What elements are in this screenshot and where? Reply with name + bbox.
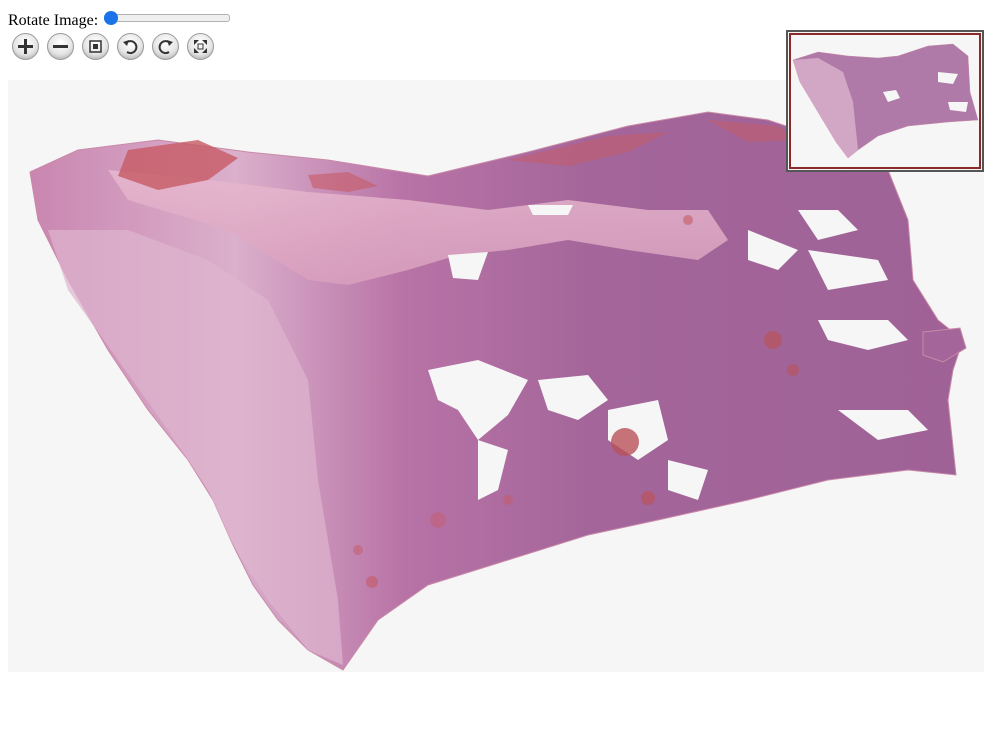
plus-icon xyxy=(12,33,39,60)
minus-icon xyxy=(47,33,74,60)
rotate-right-button[interactable] xyxy=(150,31,181,62)
zoom-out-button[interactable] xyxy=(45,31,76,62)
rotate-slider-thumb[interactable] xyxy=(104,11,119,25)
fullscreen-button[interactable] xyxy=(185,31,216,62)
rotate-right-icon xyxy=(152,33,179,60)
rotate-label: Rotate Image: xyxy=(8,12,99,29)
zoom-in-button[interactable] xyxy=(10,31,41,62)
rotate-slider-track xyxy=(104,14,231,22)
fullscreen-icon xyxy=(187,33,214,60)
home-button[interactable] xyxy=(80,31,111,62)
home-icon xyxy=(82,33,109,60)
rotate-left-button[interactable] xyxy=(115,31,146,62)
navigator-thumbnail xyxy=(792,43,979,159)
rotate-left-icon xyxy=(117,33,144,60)
rotate-control: Rotate Image: xyxy=(8,8,231,30)
rotate-slider[interactable] xyxy=(104,8,231,30)
viewer-toolbar xyxy=(10,31,220,62)
slide-viewer-page: Rotate Image: xyxy=(0,0,992,744)
navigator-minimap[interactable] xyxy=(786,30,984,172)
